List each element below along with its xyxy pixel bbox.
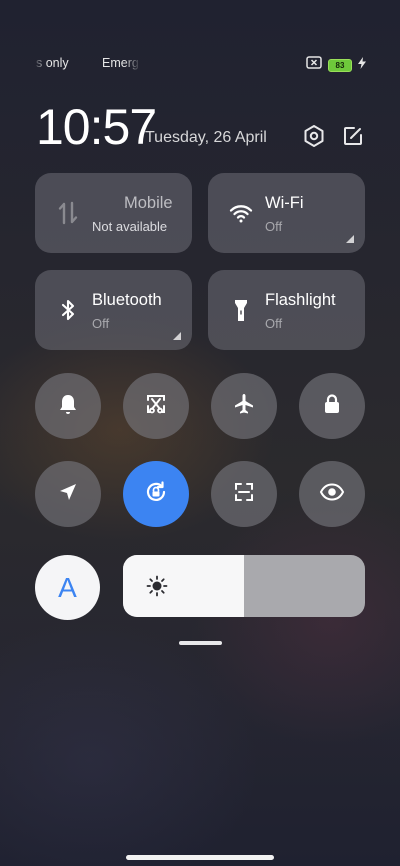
auto-brightness-button[interactable]: A	[35, 555, 100, 620]
tile-flashlight-title: Flashlight	[265, 291, 336, 309]
expand-corner-icon[interactable]	[346, 235, 354, 243]
tile-bluetooth[interactable]: Bluetooth Off	[35, 270, 192, 350]
sun-icon	[145, 574, 169, 598]
settings-hexagon-icon[interactable]	[302, 124, 326, 148]
bluetooth-icon	[57, 298, 79, 322]
panel-handle[interactable]	[179, 641, 222, 645]
eye-icon	[319, 480, 345, 509]
sim-x-icon	[306, 56, 322, 74]
toggle-mute[interactable]	[35, 373, 101, 439]
expand-corner-icon[interactable]	[173, 332, 181, 340]
toggle-rotation-lock[interactable]	[123, 461, 189, 527]
wifi-icon	[229, 203, 253, 227]
tile-bluetooth-subtitle: Off	[92, 316, 110, 331]
tile-bluetooth-title: Bluetooth	[92, 291, 162, 309]
flashlight-icon	[230, 298, 252, 322]
battery-icon: 83	[328, 58, 352, 72]
tile-mobile-data[interactable]: Mobile Not available	[35, 173, 192, 253]
tile-mobile-subtitle: Not available	[92, 219, 168, 234]
toggle-airplane[interactable]	[211, 373, 277, 439]
carrier-text: s only	[36, 56, 69, 70]
airplane-icon	[232, 392, 256, 421]
tile-wifi-subtitle: Off	[265, 219, 283, 234]
location-arrow-icon	[56, 480, 80, 509]
status-icons: 83	[306, 56, 366, 74]
clock: 10:57	[36, 99, 157, 155]
edit-icon[interactable]	[341, 124, 365, 148]
bell-icon	[56, 392, 80, 421]
home-indicator[interactable]	[126, 855, 274, 860]
tile-flashlight-subtitle: Off	[265, 316, 283, 331]
date-text: Tuesday, 26 April	[145, 129, 267, 146]
tile-wifi[interactable]: Wi-Fi Off	[208, 173, 365, 253]
brightness-slider[interactable]	[123, 555, 365, 617]
toggle-scanner[interactable]	[211, 461, 277, 527]
scanner-icon	[232, 480, 256, 509]
rotation-lock-icon	[143, 479, 169, 510]
brightness-fill	[123, 555, 244, 617]
screenshot-scissors-icon	[144, 392, 168, 421]
toggle-lock-screen[interactable]	[299, 373, 365, 439]
toggle-screenshot[interactable]	[123, 373, 189, 439]
tile-flashlight[interactable]: Flashlight Off	[208, 270, 365, 350]
tile-mobile-title: Mobile	[124, 194, 173, 212]
toggle-location[interactable]	[35, 461, 101, 527]
tile-wifi-title: Wi-Fi	[265, 194, 304, 212]
toggle-reading-mode[interactable]	[299, 461, 365, 527]
charging-bolt-icon	[358, 56, 366, 74]
mobile-data-icon	[57, 201, 79, 225]
lock-icon	[320, 392, 344, 421]
emergency-text: Emerg	[102, 56, 139, 70]
